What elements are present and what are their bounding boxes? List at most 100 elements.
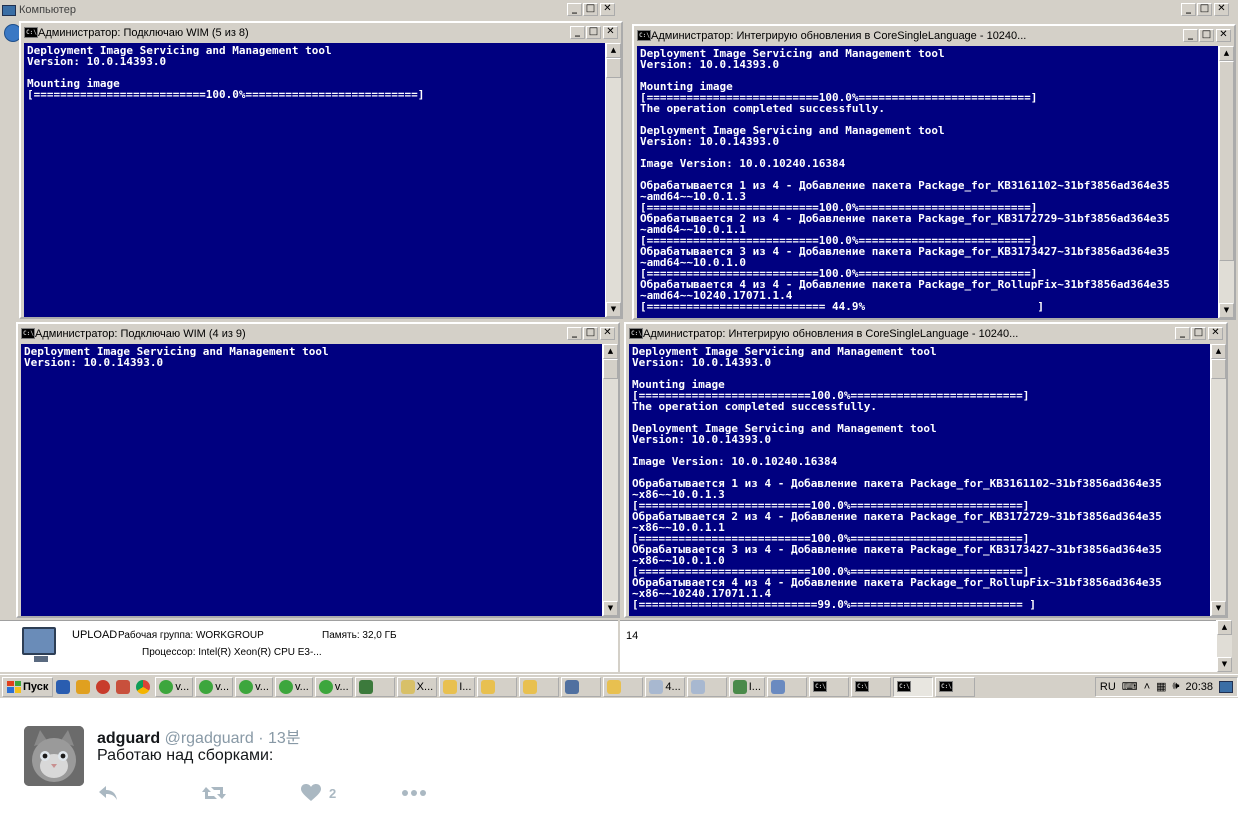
expand-tray-icon[interactable]: ˄ bbox=[1144, 681, 1150, 693]
taskbar-button-console[interactable]: C:\ bbox=[808, 676, 849, 697]
keyboard-icon[interactable]: ⌨ bbox=[1122, 680, 1138, 693]
explorer-titlebar[interactable]: Компьютер bbox=[0, 2, 1238, 18]
taskbar-button[interactable] bbox=[686, 676, 727, 697]
taskbar-button[interactable] bbox=[603, 676, 644, 697]
tweet-time[interactable]: · 13분 bbox=[258, 730, 300, 747]
tweet-author-handle[interactable]: @rgadguard bbox=[165, 730, 254, 747]
scroll-up-button[interactable]: ▲ bbox=[1219, 46, 1234, 61]
volume-icon[interactable]: 🕪 bbox=[1173, 680, 1180, 693]
scroll-down-button[interactable]: ▼ bbox=[1219, 303, 1234, 318]
maximize-button[interactable]: □ bbox=[1199, 29, 1214, 42]
console-output[interactable]: Deployment Image Servicing and Managemen… bbox=[629, 344, 1211, 616]
network-tray-icon[interactable]: ▦ bbox=[1156, 680, 1166, 693]
scroll-thumb[interactable] bbox=[1219, 61, 1234, 261]
console-titlebar[interactable]: C:\ Администратор: Интегрирую обновления… bbox=[627, 325, 1225, 342]
scroll-thumb[interactable] bbox=[603, 359, 618, 379]
console-titlebar[interactable]: C:\ Администратор: Подключаю WIM (5 из 8… bbox=[22, 24, 620, 41]
scroll-down-button[interactable]: ▼ bbox=[606, 302, 621, 317]
like-button[interactable]: 2 bbox=[301, 784, 401, 802]
taskbar-button[interactable]: v... bbox=[314, 676, 353, 697]
scroll-up-button[interactable]: ▲ bbox=[1217, 620, 1232, 635]
close-button[interactable]: ✕ bbox=[1216, 29, 1231, 42]
scroll-down-button[interactable]: ▼ bbox=[603, 601, 618, 616]
minimize-button[interactable]: _ bbox=[1175, 327, 1190, 340]
quicklaunch-app-icon[interactable] bbox=[113, 678, 133, 696]
taskbar-button[interactable] bbox=[766, 676, 807, 697]
taskbar-button[interactable]: I... bbox=[439, 676, 476, 697]
taskbar-button[interactable]: I... bbox=[728, 676, 765, 697]
taskbar-button[interactable] bbox=[354, 676, 395, 697]
taskbar-button[interactable] bbox=[519, 676, 560, 697]
scrollbar[interactable]: ▲ ▼ bbox=[605, 43, 621, 317]
console-titlebar[interactable]: C:\ Администратор: Интегрирую обновления… bbox=[635, 27, 1233, 44]
language-indicator[interactable]: RU bbox=[1100, 681, 1116, 693]
maximize-button[interactable]: □ bbox=[583, 327, 598, 340]
maximize-button[interactable]: □ bbox=[586, 26, 601, 39]
quicklaunch-app-icon[interactable] bbox=[73, 678, 93, 696]
scroll-up-button[interactable]: ▲ bbox=[606, 43, 621, 58]
scroll-thumb[interactable] bbox=[1211, 359, 1226, 379]
close-button[interactable]: ✕ bbox=[603, 26, 618, 39]
show-desktop-icon[interactable] bbox=[1219, 680, 1233, 693]
scrollbar[interactable]: ▲ ▼ bbox=[602, 344, 618, 616]
taskbar-button[interactable]: v... bbox=[274, 676, 313, 697]
taskbar-button[interactable] bbox=[561, 676, 602, 697]
taskbar-button-console[interactable]: C:\ bbox=[892, 676, 933, 697]
close-button[interactable]: ✕ bbox=[1214, 3, 1229, 16]
console-output[interactable]: Deployment Image Servicing and Managemen… bbox=[637, 46, 1219, 318]
app-icon bbox=[732, 679, 747, 694]
scroll-up-button[interactable]: ▲ bbox=[1211, 344, 1226, 359]
maximize-button[interactable]: □ bbox=[1191, 327, 1206, 340]
start-button[interactable]: Пуск bbox=[2, 676, 54, 697]
minimize-button[interactable]: _ bbox=[1181, 3, 1196, 16]
console-icon: C:\ bbox=[854, 681, 869, 692]
console-window-bottom-left[interactable]: C:\ Администратор: Подключаю WIM (4 из 9… bbox=[16, 322, 620, 618]
explorer-scrollbar[interactable]: ▲ ▼ bbox=[1216, 620, 1232, 672]
close-button[interactable]: ✕ bbox=[600, 327, 615, 340]
taskbar-button[interactable] bbox=[477, 676, 518, 697]
close-button[interactable]: ✕ bbox=[1208, 327, 1223, 340]
tweet-author-name[interactable]: adguard bbox=[97, 730, 160, 747]
console-title: Администратор: Подключаю WIM (5 из 8) bbox=[38, 26, 249, 39]
minimize-button[interactable]: _ bbox=[567, 3, 582, 16]
console-output[interactable]: Deployment Image Servicing and Managemen… bbox=[24, 43, 606, 317]
more-button[interactable] bbox=[401, 789, 427, 797]
scrollbar[interactable]: ▲ ▼ bbox=[1210, 344, 1226, 616]
reply-button[interactable] bbox=[97, 784, 201, 802]
console-window-bottom-right[interactable]: C:\ Администратор: Интегрирую обновления… bbox=[624, 322, 1228, 618]
scrollbar[interactable]: ▲ ▼ bbox=[1218, 46, 1234, 318]
console-line: Version: 10.0.14393.0 bbox=[632, 356, 772, 369]
maximize-button[interactable]: □ bbox=[1197, 3, 1212, 16]
quicklaunch-app-icon[interactable] bbox=[93, 678, 113, 696]
console-window-top-right[interactable]: C:\ Администратор: Интегрирую обновления… bbox=[632, 24, 1236, 320]
taskbar-button[interactable]: v... bbox=[195, 676, 234, 697]
taskbar-button[interactable]: 4... bbox=[645, 676, 685, 697]
scroll-down-button[interactable]: ▼ bbox=[1211, 601, 1226, 616]
minimize-button[interactable]: _ bbox=[570, 26, 585, 39]
disk-icon bbox=[649, 679, 664, 694]
taskbar-button-console[interactable]: C:\ bbox=[850, 676, 891, 697]
scroll-thumb[interactable] bbox=[606, 58, 621, 78]
app-icon bbox=[770, 679, 785, 694]
maximize-button[interactable]: □ bbox=[583, 3, 598, 16]
console-icon: C:\ bbox=[629, 328, 643, 339]
scroll-up-button[interactable]: ▲ bbox=[603, 344, 618, 359]
close-button[interactable]: ✕ bbox=[600, 3, 615, 16]
minimize-button[interactable]: _ bbox=[1183, 29, 1198, 42]
taskbar-button-console[interactable]: C:\ bbox=[934, 676, 975, 697]
console-titlebar[interactable]: C:\ Администратор: Подключаю WIM (4 из 9… bbox=[19, 325, 617, 342]
quicklaunch-app-icon[interactable] bbox=[53, 678, 73, 696]
console-icon: C:\ bbox=[24, 27, 38, 38]
avatar[interactable] bbox=[24, 726, 84, 786]
clock[interactable]: 20:38 bbox=[1185, 681, 1213, 693]
minimize-button[interactable]: _ bbox=[567, 327, 582, 340]
scroll-down-button[interactable]: ▼ bbox=[1217, 657, 1232, 672]
taskbar-button[interactable]: v... bbox=[235, 676, 273, 697]
system-tray: RU ⌨ ˄ ▦ 🕪 20:38 bbox=[1094, 676, 1238, 697]
taskbar-button[interactable]: v... bbox=[155, 676, 194, 697]
chrome-icon[interactable] bbox=[133, 678, 153, 696]
retweet-button[interactable] bbox=[201, 784, 301, 802]
console-window-top-left[interactable]: C:\ Администратор: Подключаю WIM (5 из 8… bbox=[19, 21, 623, 319]
console-output[interactable]: Deployment Image Servicing and Managemen… bbox=[21, 344, 603, 616]
taskbar-button[interactable]: X... bbox=[396, 676, 438, 697]
